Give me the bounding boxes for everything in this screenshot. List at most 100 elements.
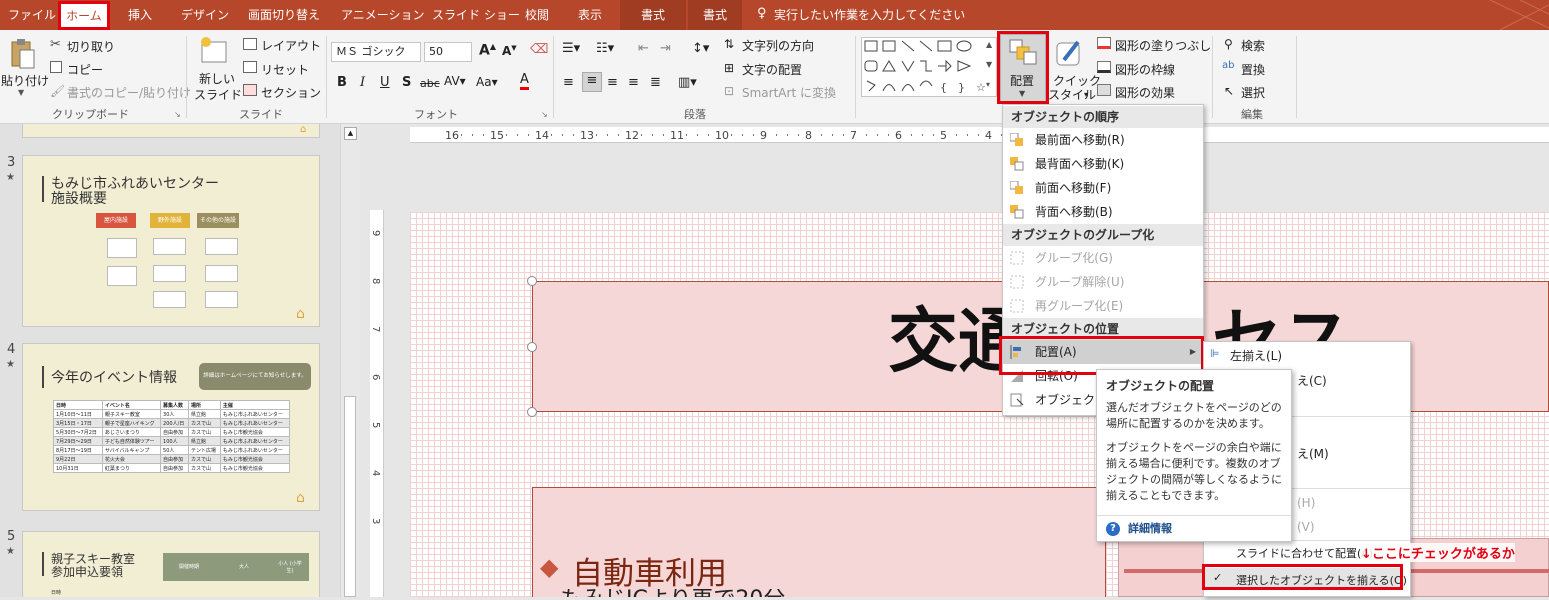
- tell-me-search[interactable]: 実行したい作業を入力してください: [774, 0, 965, 30]
- layout-icon: [243, 38, 257, 50]
- layout-button[interactable]: レイアウト: [261, 37, 321, 54]
- tab-transitions[interactable]: 画面切り替え: [248, 0, 320, 30]
- align-right-icon[interactable]: ≡: [607, 75, 618, 90]
- tab-animations[interactable]: アニメーション: [341, 0, 425, 30]
- menu-send-to-back[interactable]: 最背面へ移動(K): [1003, 152, 1203, 176]
- submenu-align-middle[interactable]: え(M): [1297, 445, 1329, 462]
- table-cell: テント広場: [187, 445, 221, 455]
- increase-indent-icon[interactable]: ⇥: [660, 41, 671, 56]
- submenu-align-left[interactable]: ⊫ 左揃え(L): [1204, 342, 1410, 368]
- tab-review[interactable]: 校閲: [525, 0, 549, 30]
- tooltip-more-info-link[interactable]: 詳細情報: [1128, 521, 1172, 537]
- table-row: 7月29日〜29日 子ども自然体験ツアー 100人 県立館 もみじ市ふれあいセンター: [53, 436, 291, 446]
- bullets-icon[interactable]: ☰▾: [562, 41, 580, 56]
- paste-button[interactable]: 貼り付け: [1, 72, 49, 89]
- tab-format-drawing[interactable]: 書式: [688, 0, 742, 30]
- columns-icon[interactable]: ▥▾: [678, 75, 697, 90]
- submenu-align-to-slide[interactable]: スライドに合わせて配置(A): [1236, 545, 1373, 561]
- dialog-launcher-icon[interactable]: ↘: [174, 110, 181, 119]
- shrink-font-icon[interactable]: A▼: [502, 44, 517, 58]
- section-button[interactable]: セクション: [261, 84, 321, 101]
- align-center-icon[interactable]: ≡: [582, 72, 602, 92]
- replace-button[interactable]: 置換: [1241, 61, 1265, 78]
- slide-thumbnail-2[interactable]: ⌂: [22, 124, 320, 138]
- menu-bring-to-front[interactable]: 最前面へ移動(R): [1003, 128, 1203, 152]
- checkmark-icon: ✓: [1213, 571, 1223, 584]
- reset-button[interactable]: リセット: [261, 61, 309, 78]
- decrease-indent-icon[interactable]: ⇤: [638, 41, 649, 56]
- text-direction-button[interactable]: 文字列の方向: [742, 37, 814, 54]
- character-spacing-icon[interactable]: AV▾: [444, 74, 466, 88]
- table-cell: もみじ市観光協会: [219, 463, 291, 473]
- clear-formatting-icon[interactable]: ⌫: [530, 42, 548, 57]
- menu-send-backward[interactable]: 背面へ移動(B): [1003, 200, 1203, 224]
- menu-bring-forward[interactable]: 前面へ移動(F): [1003, 176, 1203, 200]
- thumbnail-scrollbar[interactable]: ▲: [340, 124, 360, 597]
- format-painter-button[interactable]: 書式のコピー/貼り付け: [67, 84, 191, 101]
- submenu-distribute-h[interactable]: (H): [1297, 496, 1315, 510]
- line-spacing-icon[interactable]: ↕▾: [692, 41, 709, 56]
- gallery-more-icon[interactable]: ▾: [986, 80, 990, 89]
- table-cell: 紅葉まつり: [101, 463, 162, 473]
- submenu-align-center[interactable]: え(C): [1297, 372, 1327, 389]
- menu-ungroup[interactable]: グループ解除(U): [1003, 270, 1203, 294]
- scroll-up-icon[interactable]: ▲: [344, 127, 357, 140]
- tab-insert[interactable]: 挿入: [128, 0, 152, 30]
- slide-thumbnail-5[interactable]: 親子スキー教室 参加申込要領 開催時期 大人 小人 (小学生) 日時: [22, 531, 320, 597]
- scrollbar-thumb[interactable]: [344, 396, 356, 597]
- slide-thumbnail-4[interactable]: 今年のイベント情報 詳細はホームページにてお知らせします。 日時 イベント名 募集人…: [22, 343, 320, 511]
- new-slide-button[interactable]: スライド: [194, 86, 242, 103]
- tab-home[interactable]: ホーム: [60, 3, 108, 30]
- strikethrough-icon[interactable]: abc: [420, 77, 440, 90]
- shadow-icon[interactable]: S: [402, 75, 411, 90]
- tab-file[interactable]: ファイル: [8, 0, 56, 30]
- dialog-launcher-icon[interactable]: ↘: [541, 110, 548, 119]
- distributed-icon[interactable]: ≣: [650, 75, 661, 90]
- font-name-input[interactable]: ＭＳ ゴシック: [331, 42, 421, 62]
- smartart-button[interactable]: SmartArt に変換: [742, 84, 836, 101]
- font-size-input[interactable]: 50: [424, 42, 472, 62]
- menu-align[interactable]: 配置(A) ▶: [1003, 340, 1203, 364]
- numbering-icon[interactable]: ☷▾: [596, 41, 614, 56]
- copy-button[interactable]: コピー: [67, 61, 103, 78]
- shapes-gallery[interactable]: {} ☆: [861, 37, 997, 97]
- ruler-dot: [877, 134, 878, 136]
- chevron-down-icon: ▼: [18, 88, 25, 97]
- slide-thumbnail-3[interactable]: もみじ市ふれあいセンター 施設概要 屋内施設 野外施設 その他の施設 ⌂: [22, 155, 320, 327]
- submenu-align-selected[interactable]: ✓ 選択したオブジェクトを揃える(O): [1205, 568, 1407, 590]
- quick-styles-button[interactable]: スタイル: [1048, 86, 1096, 103]
- house-icon: ⌂: [296, 306, 305, 322]
- format-painter-icon: 🖌: [50, 84, 66, 98]
- find-button[interactable]: 検索: [1241, 37, 1265, 54]
- menu-group[interactable]: グループ化(G): [1003, 246, 1203, 270]
- shape-outline-button[interactable]: 図形の枠線: [1115, 61, 1175, 78]
- justify-icon[interactable]: ≡: [628, 75, 639, 90]
- menu-regroup[interactable]: 再グループ化(E): [1003, 294, 1203, 318]
- thumb-card: [153, 265, 186, 282]
- align-text-button[interactable]: 文字の配置: [742, 61, 802, 78]
- selection-handle[interactable]: [527, 276, 537, 286]
- align-left-icon[interactable]: ≡: [563, 75, 574, 90]
- font-color-icon[interactable]: A: [520, 73, 529, 90]
- tab-slideshow[interactable]: スライド ショー: [432, 0, 520, 30]
- italic-icon[interactable]: I: [360, 75, 365, 90]
- selection-handle[interactable]: [527, 342, 537, 352]
- bold-icon[interactable]: B: [337, 75, 347, 90]
- change-case-icon[interactable]: Aa▾: [476, 75, 498, 89]
- tab-view[interactable]: 表示: [578, 0, 602, 30]
- shape-effects-button[interactable]: 図形の効果: [1115, 84, 1175, 101]
- underline-icon[interactable]: U: [380, 75, 390, 90]
- new-slide-label-1[interactable]: 新しい: [199, 70, 235, 87]
- tab-design[interactable]: デザイン: [181, 0, 229, 30]
- submenu-distribute-v[interactable]: (V): [1297, 520, 1315, 534]
- house-icon: ⌂: [300, 124, 307, 135]
- gallery-scroll-up-icon[interactable]: ▲: [986, 40, 992, 49]
- text-direction-icon: ⇅: [724, 37, 735, 51]
- selection-handle[interactable]: [527, 407, 537, 417]
- gallery-scroll-down-icon[interactable]: ▼: [986, 60, 992, 69]
- shape-fill-button[interactable]: 図形の塗りつぶし: [1115, 37, 1211, 54]
- tab-format-picture[interactable]: 書式: [620, 0, 686, 30]
- cut-button[interactable]: 切り取り: [67, 38, 115, 55]
- grow-font-icon[interactable]: A▲: [479, 42, 496, 59]
- select-button[interactable]: 選択: [1241, 84, 1265, 101]
